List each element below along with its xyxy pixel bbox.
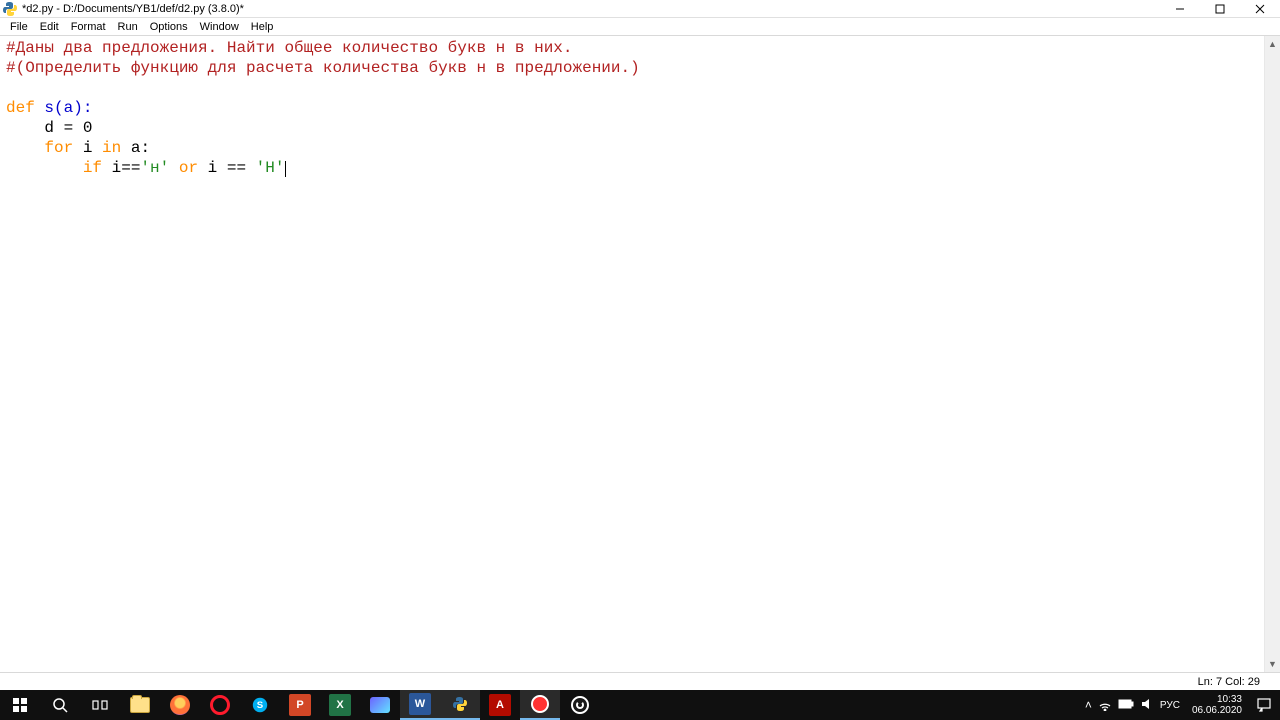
idle-app-icon [2,1,18,17]
volume-icon[interactable] [1140,697,1154,714]
scroll-down-icon[interactable]: ▼ [1265,656,1280,672]
text-cursor [285,161,286,177]
battery-icon[interactable] [1118,698,1134,712]
menu-run[interactable]: Run [112,18,144,35]
code-line-2: #(Определить функцию для расчета количес… [6,59,640,77]
taskbar-app-idle[interactable] [440,690,480,720]
scroll-up-icon[interactable]: ▲ [1265,36,1280,52]
maximize-button[interactable] [1200,0,1240,18]
taskbar-clock[interactable]: 10:33 06.06.2020 [1186,690,1248,720]
svg-text:S: S [257,700,264,711]
cursor-position: Ln: 7 Col: 29 [1198,676,1260,688]
close-button[interactable] [1240,0,1280,18]
network-icon[interactable] [1098,697,1112,714]
paint-icon [370,697,390,713]
taskbar-app-word[interactable]: W [400,690,440,720]
python-icon [450,694,470,714]
search-button[interactable] [40,690,80,720]
action-center-button[interactable] [1248,690,1280,720]
obs-icon [571,696,589,714]
acrobat-icon: A [489,694,511,716]
taskbar-app-paint[interactable] [360,690,400,720]
taskbar-app-obs[interactable] [560,690,600,720]
record-icon [531,695,549,713]
taskbar-app-recorder[interactable] [520,690,560,720]
taskbar-app-opera[interactable] [200,690,240,720]
editor-area[interactable]: #Даны два предложения. Найти общее колич… [0,36,1280,672]
menu-window[interactable]: Window [194,18,245,35]
taskbar-app-explorer[interactable] [120,690,160,720]
input-language[interactable]: РУС [1160,700,1180,711]
taskbar-app-firefox[interactable] [160,690,200,720]
menu-edit[interactable]: Edit [34,18,65,35]
taskbar-app-powerpoint[interactable]: P [280,690,320,720]
start-button[interactable] [0,690,40,720]
skype-icon: S [252,697,268,713]
taskbar-app-acrobat[interactable]: A [480,690,520,720]
clock-date: 06.06.2020 [1192,705,1242,716]
minimize-button[interactable] [1160,0,1200,18]
taskbar-app-excel[interactable]: X [320,690,360,720]
statusbar: Ln: 7 Col: 29 [0,672,1280,690]
code-content[interactable]: #Даны два предложения. Найти общее колич… [6,38,1258,178]
vertical-scrollbar[interactable]: ▲ ▼ [1264,36,1280,672]
menubar: File Edit Format Run Options Window Help [0,18,1280,36]
powerpoint-icon: P [289,694,311,716]
task-view-button[interactable] [80,690,120,720]
titlebar: *d2.py - D:/Documents/YB1/def/d2.py (3.8… [0,0,1280,18]
folder-icon [130,697,150,713]
taskbar: S P X W A ˄ [0,690,1280,720]
word-icon: W [409,693,431,715]
menu-file[interactable]: File [4,18,34,35]
excel-icon: X [329,694,351,716]
chevron-up-icon[interactable]: ˄ [1085,698,1092,712]
system-tray[interactable]: ˄ РУС [1079,690,1186,720]
menu-format[interactable]: Format [65,18,112,35]
opera-icon [210,695,230,715]
window-title: *d2.py - D:/Documents/YB1/def/d2.py (3.8… [22,3,244,15]
taskbar-app-skype[interactable]: S [240,690,280,720]
menu-help[interactable]: Help [245,18,280,35]
code-line-1: #Даны два предложения. Найти общее колич… [6,39,573,57]
menu-options[interactable]: Options [144,18,194,35]
firefox-icon [170,695,190,715]
clock-time: 10:33 [1217,694,1242,705]
